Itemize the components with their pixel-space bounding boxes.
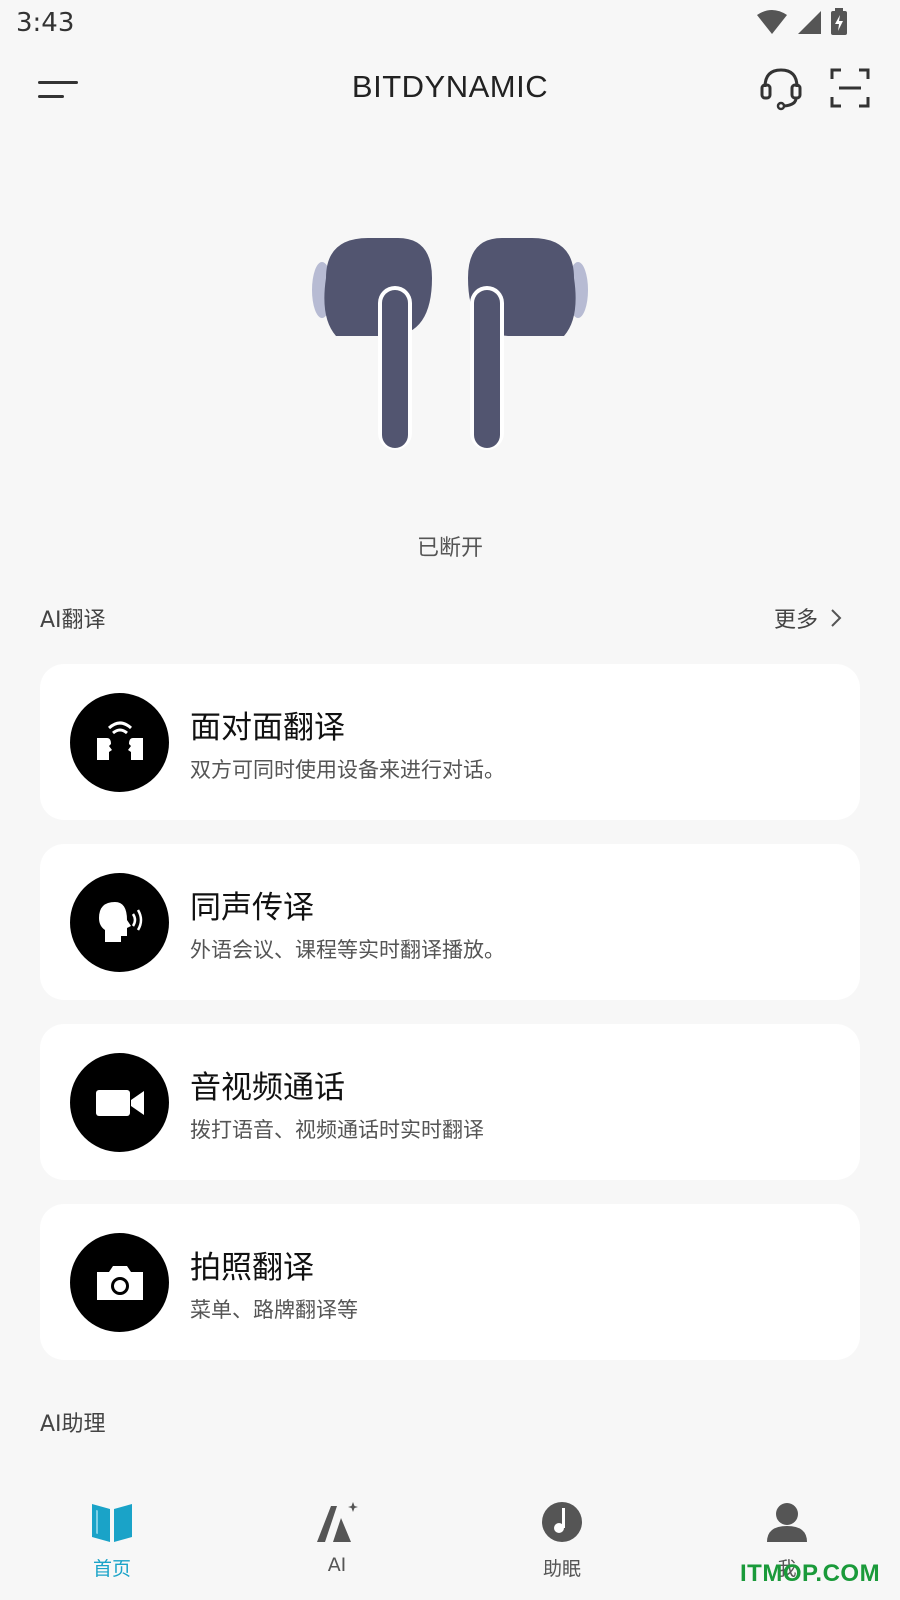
nav-sleep[interactable]: 助眠 (502, 1460, 622, 1581)
earbuds-illustration (312, 238, 588, 450)
photo-translate-card[interactable]: 拍照翻译 菜单、路牌翻译等 (40, 1204, 860, 1360)
chevron-right-icon (831, 609, 842, 627)
nav-ai[interactable]: AI (277, 1460, 397, 1576)
simultaneous-interpretation-card[interactable]: 同声传译 外语会议、课程等实时翻译播放。 (40, 844, 860, 1000)
translation-section-header: AI翻译 更多 (40, 602, 860, 638)
card-title: 同声传译 (190, 890, 314, 926)
scan-icon[interactable] (830, 68, 870, 108)
nav-label: 助眠 (542, 1558, 581, 1580)
card-title: 面对面翻译 (190, 710, 345, 746)
card-desc: 双方可同时使用设备来进行对话。 (190, 758, 505, 782)
status-time: 3:43 (16, 8, 75, 38)
ai-sparkle-icon (317, 1502, 358, 1542)
speaking-head-icon (70, 873, 169, 972)
face-to-face-card[interactable]: 面对面翻译 双方可同时使用设备来进行对话。 (40, 664, 860, 820)
wifi-icon (757, 10, 787, 34)
cell-signal-icon (798, 11, 821, 34)
video-camera-icon (70, 1053, 169, 1152)
battery-icon (831, 8, 847, 35)
assistant-section-header: AI助理 (40, 1406, 860, 1442)
card-desc: 菜单、路牌翻译等 (190, 1298, 358, 1322)
card-desc: 拨打语音、视频通话时实时翻译 (190, 1118, 484, 1142)
status-icons (756, 8, 848, 36)
connection-status: 已断开 (416, 536, 483, 561)
face-to-face-icon (70, 693, 169, 792)
section-title: AI助理 (40, 1412, 106, 1437)
card-desc: 外语会议、课程等实时翻译播放。 (190, 938, 505, 962)
nav-home[interactable]: 首页 (52, 1460, 172, 1581)
sleep-music-icon (542, 1502, 582, 1542)
section-title: AI翻译 (40, 608, 106, 633)
more-label: 更多 (773, 608, 818, 633)
headset-support-icon[interactable] (758, 65, 804, 111)
user-icon (767, 1503, 807, 1542)
card-title: 音视频通话 (190, 1070, 345, 1106)
app-bar: BITDYNAMIC (0, 55, 900, 125)
status-bar: 3:43 (0, 0, 900, 50)
av-call-card[interactable]: 音视频通话 拨打语音、视频通话时实时翻译 (40, 1024, 860, 1180)
card-title: 拍照翻译 (190, 1250, 314, 1286)
nav-label: AI (327, 1554, 347, 1576)
more-link[interactable]: 更多 (774, 602, 842, 634)
book-icon (92, 1504, 132, 1542)
nav-label: 首页 (92, 1558, 131, 1580)
watermark: ITMOP.COM (740, 1560, 881, 1587)
camera-icon (70, 1233, 169, 1332)
